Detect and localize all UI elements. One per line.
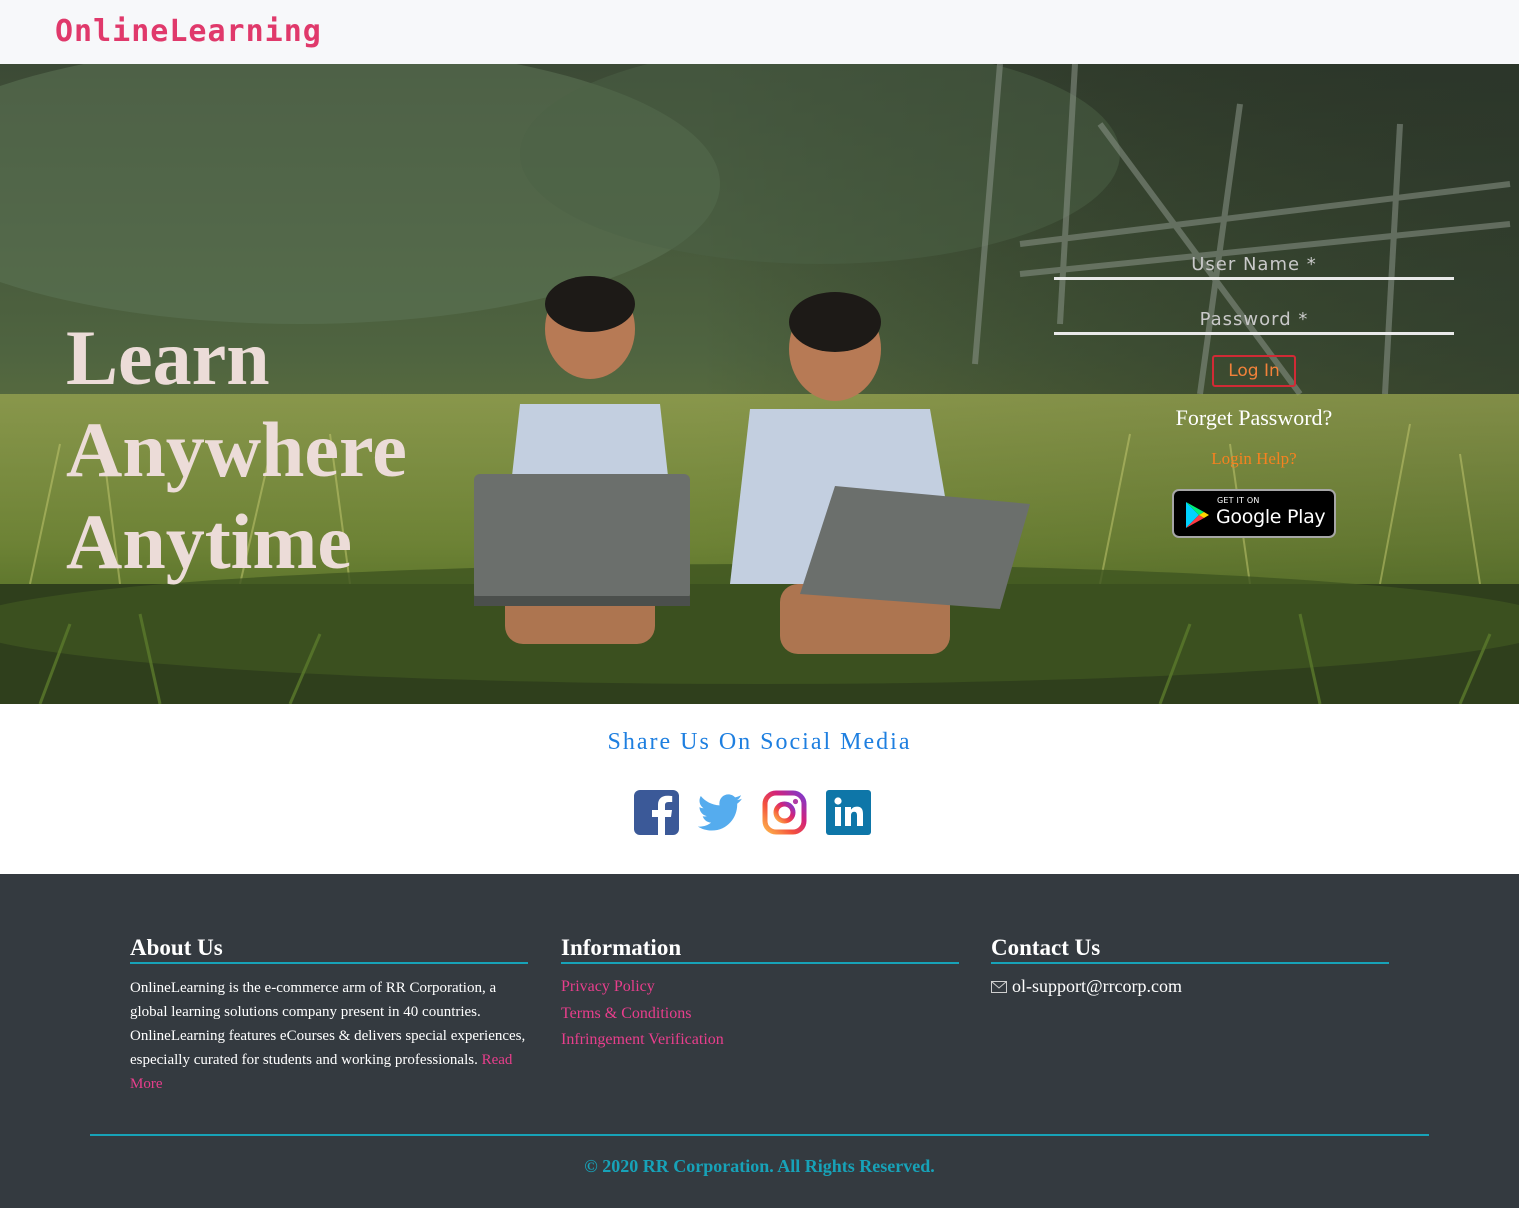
contact-email[interactable]: ol-support@rrcorp.com bbox=[1012, 976, 1182, 997]
brand-logo[interactable]: OnlineLearning bbox=[55, 14, 322, 49]
password-input[interactable] bbox=[1054, 299, 1454, 332]
instagram-icon[interactable] bbox=[762, 790, 807, 835]
username-field-wrapper bbox=[1054, 244, 1454, 280]
google-play-badge[interactable]: GET IT ON Google Play bbox=[1172, 489, 1336, 538]
copyright-text: © 2020 RR Corporation. All Rights Reserv… bbox=[584, 1156, 935, 1176]
google-play-icon bbox=[1186, 502, 1209, 528]
username-input[interactable] bbox=[1054, 244, 1454, 277]
google-play-small-text: GET IT ON bbox=[1217, 496, 1260, 505]
headline-line-3: Anytime bbox=[66, 498, 352, 585]
footer-contact-column: Contact Us ol-support@rrcorp.com bbox=[991, 934, 1389, 997]
information-heading: Information bbox=[561, 934, 959, 964]
password-field-wrapper bbox=[1054, 299, 1454, 335]
privacy-policy-link[interactable]: Privacy Policy bbox=[561, 974, 959, 1001]
headline-line-2: Anywhere bbox=[66, 406, 407, 493]
twitter-icon[interactable] bbox=[697, 790, 743, 835]
about-text-block: OnlineLearning is the e-commerce arm of … bbox=[130, 976, 528, 1096]
footer-divider bbox=[90, 1134, 1429, 1136]
headline-line-1: Learn bbox=[66, 314, 270, 401]
hero-section: Learn Anywhere Anytime Log In Forget Pas… bbox=[0, 64, 1519, 704]
login-help-link[interactable]: Login Help? bbox=[1054, 449, 1454, 469]
forget-password-link[interactable]: Forget Password? bbox=[1054, 405, 1454, 431]
site-footer: About Us OnlineLearning is the e-commerc… bbox=[0, 874, 1519, 1208]
contact-heading: Contact Us bbox=[991, 934, 1389, 964]
infringement-verification-link[interactable]: Infringement Verification bbox=[561, 1027, 959, 1054]
login-form: Log In Forget Password? Login Help? GET … bbox=[1054, 244, 1454, 538]
hero-headline: Learn Anywhere Anytime bbox=[66, 312, 407, 588]
information-links: Privacy Policy Terms & Conditions Infrin… bbox=[561, 974, 959, 1054]
social-title: Share Us On Social Media bbox=[607, 729, 912, 755]
contact-email-row: ol-support@rrcorp.com bbox=[991, 976, 1389, 997]
social-section: Share Us On Social Media bbox=[0, 704, 1519, 874]
linkedin-icon[interactable] bbox=[826, 790, 871, 835]
login-button[interactable]: Log In bbox=[1212, 355, 1296, 387]
top-navbar: OnlineLearning bbox=[0, 0, 1519, 64]
google-play-big-text: Google Play bbox=[1216, 506, 1326, 528]
footer-information-column: Information Privacy Policy Terms & Condi… bbox=[561, 934, 959, 1054]
envelope-icon bbox=[991, 980, 1007, 993]
social-icons-row bbox=[634, 790, 871, 835]
footer-about-column: About Us OnlineLearning is the e-commerc… bbox=[130, 934, 528, 1096]
terms-conditions-link[interactable]: Terms & Conditions bbox=[561, 1001, 959, 1028]
about-heading: About Us bbox=[130, 934, 528, 964]
about-text: OnlineLearning is the e-commerce arm of … bbox=[130, 980, 526, 1068]
facebook-icon[interactable] bbox=[634, 790, 679, 835]
